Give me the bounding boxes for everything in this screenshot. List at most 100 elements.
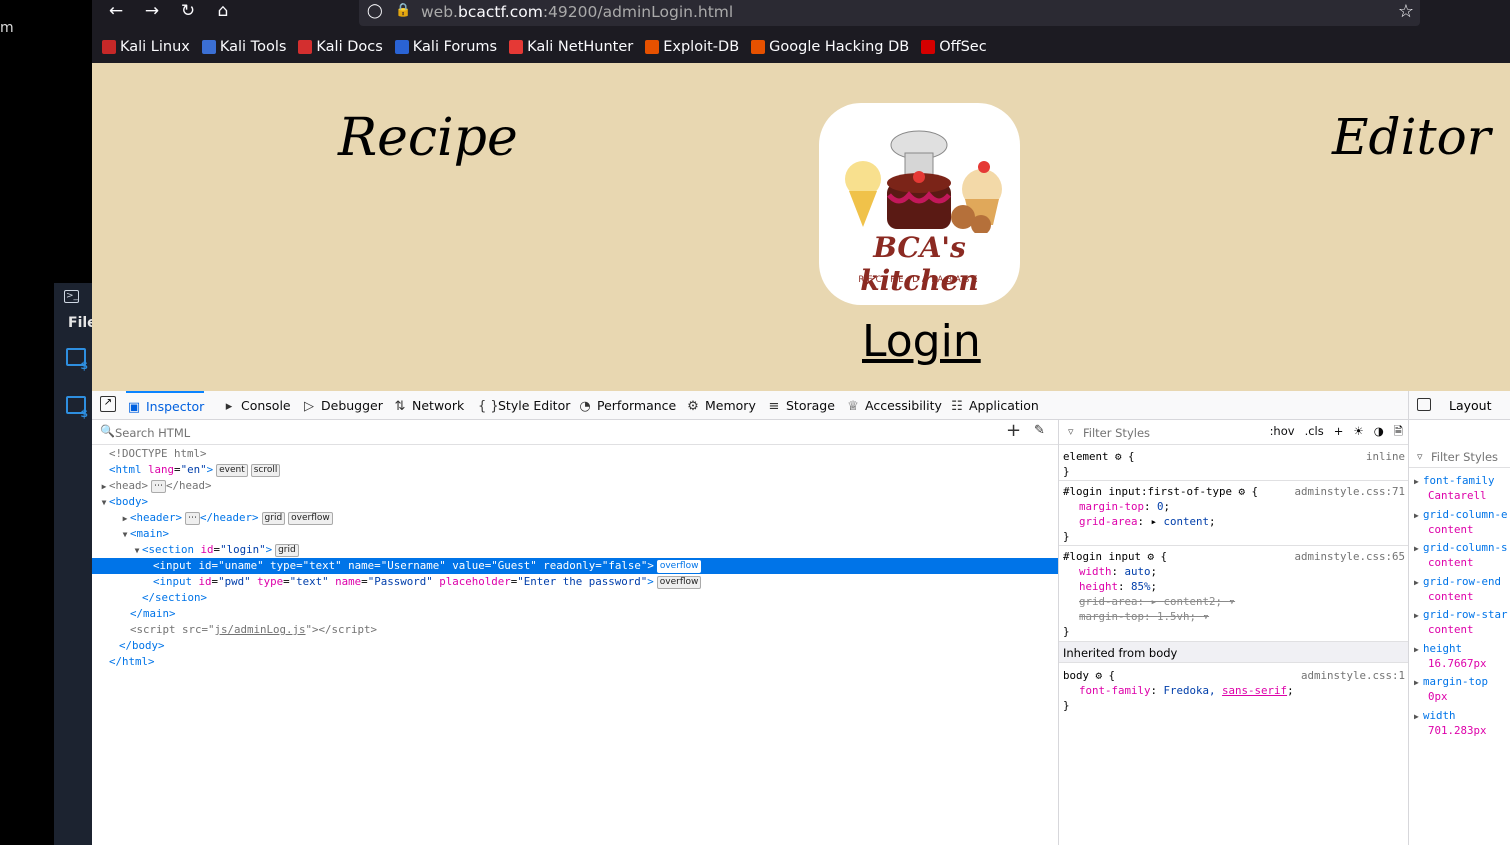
bookmark-item[interactable]: Exploit-DB bbox=[645, 36, 739, 58]
tree-line[interactable]: ▼ <body> bbox=[92, 494, 1058, 510]
bookmark-star-icon[interactable]: ☆ bbox=[1398, 1, 1414, 22]
bookmark-item[interactable]: OffSec bbox=[921, 36, 987, 58]
bca-kitchen-logo: BCA's kitchen RECIPE DATABASE bbox=[819, 103, 1020, 305]
element-picker-icon[interactable]: ↗ bbox=[100, 396, 116, 412]
computed-property[interactable]: ▶ grid-row-end content bbox=[1414, 575, 1501, 604]
tab-console[interactable]: ▸ Console bbox=[221, 391, 291, 420]
tab-label: Performance bbox=[597, 398, 677, 413]
tree-line[interactable]: </html> bbox=[92, 654, 1058, 670]
tree-line[interactable]: ▼ <main> bbox=[92, 526, 1058, 542]
computed-property[interactable]: ▶ font-family Cantarell bbox=[1414, 474, 1495, 503]
tree-line[interactable]: </main> bbox=[92, 606, 1058, 622]
tab-inspector[interactable]: ▣ Inspector bbox=[126, 391, 205, 420]
tree-line[interactable]: <html lang="en"> event scroll bbox=[92, 462, 1058, 478]
bookmark-item[interactable]: Kali NetHunter bbox=[509, 36, 633, 58]
desserts-illustration bbox=[845, 130, 1002, 235]
url-bar[interactable]: ◯ 🔒 web.bcactf.com:49200/adminLogin.html… bbox=[359, 0, 1420, 26]
tree-line[interactable]: ▶ <head> ⋯ </head> bbox=[92, 478, 1058, 494]
computed-property[interactable]: ▶ grid-column-s content bbox=[1414, 541, 1508, 570]
lock-icon[interactable]: 🔒 bbox=[395, 3, 411, 18]
terminal-tab-icon[interactable] bbox=[66, 396, 88, 420]
computed-property-value: 16.7667px bbox=[1428, 656, 1487, 670]
tab-label: Console bbox=[241, 398, 291, 413]
layout-tab[interactable]: Layout bbox=[1408, 391, 1510, 420]
stylesheet-link[interactable]: adminstyle.css:65 bbox=[1294, 549, 1405, 564]
bookmark-item[interactable]: Kali Forums bbox=[394, 36, 497, 58]
hov-toggle[interactable]: :hov bbox=[1270, 424, 1295, 443]
stylesheet-link[interactable]: adminstyle.css:71 bbox=[1294, 484, 1405, 499]
computed-property-value: content bbox=[1428, 623, 1474, 636]
computed-property-name: grid-column-s bbox=[1423, 541, 1508, 554]
rule-body[interactable]: body ⚙ { adminstyle.css:1 font-family: F… bbox=[1059, 668, 1409, 713]
stylesheet-link[interactable]: adminstyle.css:1 bbox=[1301, 668, 1405, 683]
devtools-panel: ↗ ▣ Inspector ▸ Console ▷ Debugger ⇅ Network { }… bbox=[92, 391, 1510, 845]
tree-line[interactable]: </section> bbox=[92, 590, 1058, 606]
forward-icon[interactable]: → bbox=[141, 0, 163, 24]
filter-icon: ▿ bbox=[1068, 425, 1074, 438]
desktop-text: m bbox=[0, 20, 14, 36]
computed-property[interactable]: ▶ grid-row-star content bbox=[1414, 608, 1508, 637]
tab-memory[interactable]: ⚙ Memory bbox=[685, 391, 756, 420]
element-rule[interactable]: element ⚙ { inline } bbox=[1059, 449, 1409, 479]
bookmark-item[interactable]: Google Hacking DB bbox=[751, 36, 909, 58]
tree-line[interactable]: </body> bbox=[92, 638, 1058, 654]
terminal-window[interactable]: >_ File bbox=[54, 283, 97, 845]
bookmark-item[interactable]: Kali Tools bbox=[201, 36, 286, 58]
search-html-input[interactable]: Search HTML bbox=[115, 426, 190, 440]
add-node-icon[interactable]: + bbox=[1006, 420, 1021, 441]
tab-style-editor[interactable]: { }Style Editor bbox=[478, 391, 570, 420]
cls-toggle[interactable]: .cls bbox=[1305, 424, 1324, 443]
computed-panel: ▿ Filter Styles ▶ font-family Cantarell ▶ gr… bbox=[1408, 420, 1510, 845]
print-media-icon[interactable]: 🗎 bbox=[1394, 424, 1403, 443]
url-text[interactable]: web.bcactf.com:49200/adminLogin.html bbox=[421, 3, 733, 21]
accessibility-icon: ♕ bbox=[847, 399, 859, 414]
computed-property[interactable]: ▶ margin-top 0px bbox=[1414, 675, 1488, 704]
inspector-icon: ▣ bbox=[127, 400, 141, 415]
computed-property[interactable]: ▶ grid-column-e content bbox=[1414, 508, 1508, 537]
light-mode-icon[interactable]: ☀ bbox=[1353, 424, 1363, 443]
bookmark-favicon-icon bbox=[921, 40, 936, 54]
computed-filter-input[interactable]: Filter Styles bbox=[1431, 450, 1498, 464]
rule-first-of-type[interactable]: #login input:first-of-type ⚙ { adminstyl… bbox=[1059, 484, 1409, 544]
bookmark-label: Kali Docs bbox=[316, 39, 383, 55]
rule-login-input[interactable]: #login input ⚙ { adminstyle.css:65 width… bbox=[1059, 549, 1409, 639]
computed-property-name: width bbox=[1423, 708, 1456, 722]
network-icon: ⇅ bbox=[394, 399, 406, 414]
computed-filter-bar: ▿ Filter Styles bbox=[1409, 446, 1510, 468]
add-rule-icon[interactable]: + bbox=[1334, 424, 1344, 443]
tab-debugger[interactable]: ▷ Debugger bbox=[301, 391, 383, 420]
header-word-recipe: Recipe bbox=[338, 108, 518, 168]
new-terminal-icon[interactable] bbox=[66, 348, 88, 372]
bookmark-item[interactable]: Kali Linux bbox=[102, 36, 190, 58]
tree-line[interactable]: <script src="js/adminLog.js"></script> bbox=[92, 622, 1058, 638]
rules-filter-bar: ▿ Filter Styles :hov .cls + ☀ ◑ 🗎 bbox=[1059, 420, 1409, 445]
computed-property-name: height bbox=[1423, 641, 1463, 655]
tab-label: Accessibility bbox=[865, 398, 942, 413]
dark-mode-icon[interactable]: ◑ bbox=[1374, 424, 1384, 443]
layout-tab-label[interactable]: Layout bbox=[1449, 398, 1492, 413]
bookmark-item[interactable]: Kali Docs bbox=[298, 36, 383, 58]
tree-line[interactable]: <input id="pwd" type="text" name="Passwo… bbox=[92, 574, 1058, 590]
filter-styles-input[interactable]: Filter Styles bbox=[1083, 426, 1150, 440]
tab-network[interactable]: ⇅ Network bbox=[392, 391, 465, 420]
computed-property-name: grid-column-e bbox=[1423, 507, 1508, 521]
home-icon[interactable]: ⌂ bbox=[212, 0, 234, 24]
reload-icon[interactable]: ↻ bbox=[177, 0, 199, 24]
computed-property[interactable]: ▶ height 16.7667px bbox=[1414, 642, 1487, 671]
sidebar-toggle-icon[interactable] bbox=[1417, 398, 1431, 411]
computed-property[interactable]: ▶ width 701.283px bbox=[1414, 709, 1487, 738]
eyedropper-icon[interactable]: ✎ bbox=[1034, 423, 1045, 438]
tab-accessibility[interactable]: ♕ Accessibility bbox=[845, 391, 942, 420]
tab-performance[interactable]: ◔ Performance bbox=[577, 391, 676, 420]
debugger-icon: ▷ bbox=[304, 399, 314, 414]
tab-storage[interactable]: ≡ Storage bbox=[766, 391, 835, 420]
shield-icon[interactable]: ◯ bbox=[367, 3, 383, 19]
tree-line-selected[interactable]: <input id="uname" type="text" name="User… bbox=[92, 558, 1058, 574]
back-icon[interactable]: ← bbox=[105, 0, 127, 24]
logo-title: BCA's kitchen bbox=[860, 231, 979, 297]
tree-line[interactable]: <!DOCTYPE html> bbox=[92, 446, 1058, 462]
bookmark-label: Google Hacking DB bbox=[769, 39, 910, 55]
tab-application[interactable]: ☷ Application bbox=[949, 391, 1039, 420]
tree-line[interactable]: ▼ <section id="login"> grid bbox=[92, 542, 1058, 558]
tree-line[interactable]: ▶ <header> ⋯ </header> grid overflow bbox=[92, 510, 1058, 526]
